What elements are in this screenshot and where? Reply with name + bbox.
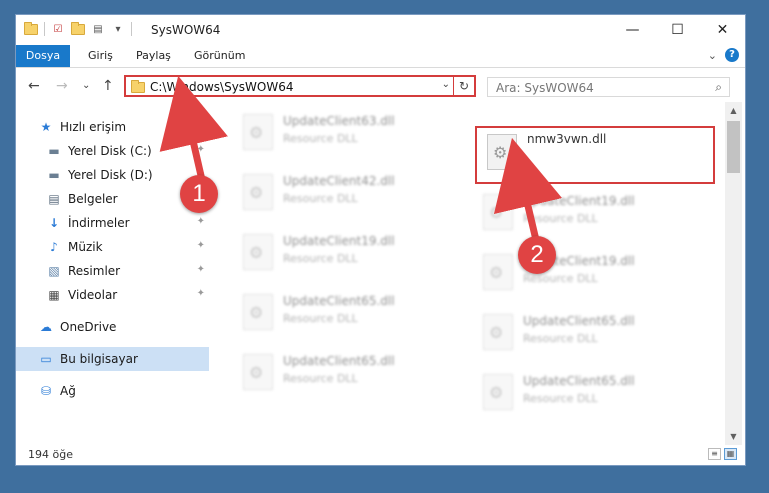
step-marker-1: 1 bbox=[180, 175, 218, 213]
arrow-1 bbox=[159, 75, 228, 181]
arrow-2 bbox=[493, 137, 563, 241]
step-marker-2: 2 bbox=[518, 236, 556, 274]
annotation-arrows bbox=[159, 75, 563, 241]
